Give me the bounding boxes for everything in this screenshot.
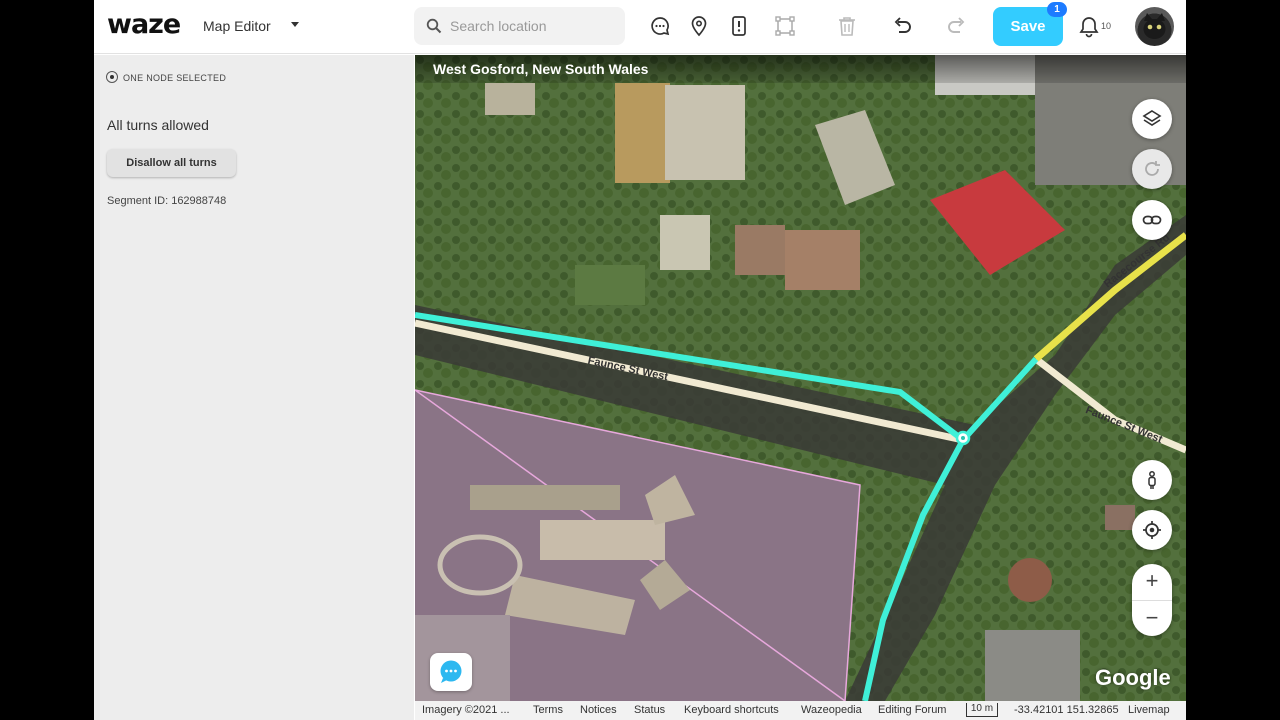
zoom-out-button[interactable]: −: [1132, 600, 1172, 636]
crosshair-icon: [1143, 521, 1161, 539]
editor-window: waze Map Editor Save 1 10 ONE NODE SELEC…: [94, 0, 1186, 720]
node-icon: [106, 71, 118, 83]
redo-icon[interactable]: [945, 14, 969, 38]
permalink-button[interactable]: [1132, 200, 1172, 240]
layers-icon: [1142, 110, 1162, 126]
selection-status: ONE NODE SELECTED: [106, 71, 226, 83]
chevron-down-icon[interactable]: [291, 22, 299, 27]
chat-bubble-icon: [440, 660, 462, 683]
sidebar: ONE NODE SELECTED All turns allowed Disa…: [94, 55, 414, 720]
app-title[interactable]: Map Editor: [203, 18, 271, 34]
map-footer: Imagery ©2021 ... Terms Notices Status K…: [415, 701, 1186, 720]
imagery-credit: Imagery ©2021 ...: [422, 704, 510, 716]
footer-link-wazeopedia[interactable]: Wazeopedia: [801, 704, 862, 716]
zoom-control: + −: [1132, 564, 1172, 636]
search-icon: [426, 18, 442, 34]
google-attribution: Google: [1095, 665, 1171, 690]
coordinates: -33.42101 151.32865: [1014, 704, 1119, 716]
person-icon: [1148, 471, 1156, 489]
segment-id: Segment ID: 162988748: [107, 195, 227, 207]
map-canvas[interactable]: Faunce St West Faunce St West Racecourse…: [415, 55, 1186, 701]
footer-link-terms[interactable]: Terms: [533, 704, 563, 716]
shape-icon[interactable]: [773, 14, 797, 38]
chat-button[interactable]: [430, 653, 472, 691]
footer-link-status[interactable]: Status: [634, 704, 665, 716]
map-location-bar: West Gosford, New South Wales: [415, 55, 1186, 83]
avatar[interactable]: [1135, 7, 1174, 46]
issue-icon[interactable]: [727, 14, 751, 38]
footer-link-keyboard-shortcuts[interactable]: Keyboard shortcuts: [684, 704, 779, 716]
layers-button[interactable]: [1132, 99, 1172, 139]
search-box[interactable]: [414, 7, 625, 45]
disallow-all-turns-button[interactable]: Disallow all turns: [107, 149, 236, 177]
selection-label: ONE NODE SELECTED: [123, 73, 227, 83]
link-icon: [1142, 215, 1162, 225]
waze-logo[interactable]: waze: [107, 9, 181, 40]
unsaved-count-badge: 1: [1047, 2, 1067, 17]
street-view-button[interactable]: [1132, 460, 1172, 500]
refresh-button[interactable]: [1132, 149, 1172, 189]
refresh-icon: [1145, 161, 1160, 176]
footer-link-editing-forum[interactable]: Editing Forum: [878, 704, 946, 716]
undo-icon[interactable]: [890, 14, 914, 38]
chat-icon[interactable]: [648, 14, 672, 38]
notification-count: 10: [1101, 21, 1112, 31]
bell-icon[interactable]: [1079, 16, 1099, 38]
pin-icon[interactable]: [687, 14, 711, 38]
top-bar: waze Map Editor Save 1 10: [94, 0, 1186, 54]
satellite-imagery: [415, 55, 1186, 701]
footer-link-notices[interactable]: Notices: [580, 704, 617, 716]
trash-icon[interactable]: [835, 14, 859, 38]
turns-status: All turns allowed: [107, 117, 209, 133]
search-input[interactable]: [450, 16, 615, 36]
scale-bar: 10 m: [966, 703, 998, 717]
location-title: West Gosford, New South Wales: [433, 61, 649, 77]
locate-me-button[interactable]: [1132, 510, 1172, 550]
zoom-in-button[interactable]: +: [1132, 564, 1172, 600]
livemap-link[interactable]: Livemap: [1128, 704, 1170, 716]
